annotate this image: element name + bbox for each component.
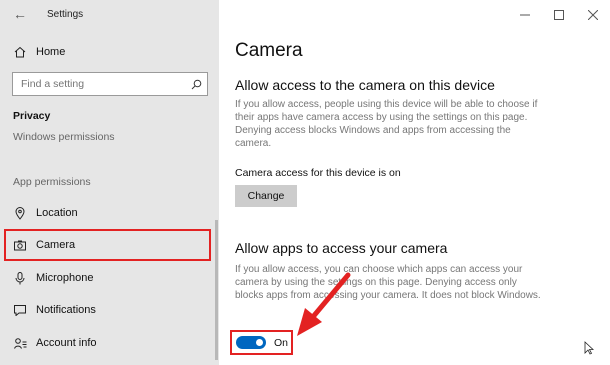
windows-permissions-heading: Windows permissions bbox=[13, 131, 115, 143]
sidebar-item-label: Account info bbox=[36, 337, 97, 349]
home-icon bbox=[13, 46, 27, 58]
main-content: Camera Allow access to the camera on thi… bbox=[219, 0, 610, 365]
section-privacy: Privacy bbox=[13, 110, 51, 122]
sidebar-item-label: Microphone bbox=[36, 272, 94, 284]
sidebar-item-microphone[interactable]: Microphone bbox=[0, 264, 219, 292]
sidebar-item-label: Home bbox=[36, 46, 66, 58]
app-permissions-heading: App permissions bbox=[13, 176, 91, 188]
back-arrow-icon[interactable]: ← bbox=[13, 6, 27, 22]
search-icon[interactable] bbox=[185, 79, 207, 90]
search-input[interactable] bbox=[13, 77, 185, 91]
microphone-icon bbox=[13, 271, 27, 285]
sidebar-scrollbar[interactable] bbox=[215, 220, 218, 360]
sidebar-item-notifications[interactable]: Notifications bbox=[0, 296, 219, 324]
window-title: Settings bbox=[47, 9, 84, 20]
annotation-arrow-icon bbox=[297, 272, 351, 336]
mouse-cursor-icon bbox=[584, 341, 594, 355]
settings-window: ← Settings Home Privacy Windows permissi… bbox=[0, 0, 610, 365]
sidebar-item-home[interactable]: Home bbox=[0, 38, 219, 66]
notifications-icon bbox=[13, 304, 27, 316]
titlebar: ← Settings bbox=[0, 0, 219, 30]
account-info-icon bbox=[13, 337, 27, 349]
sidebar: ← Settings Home Privacy Windows permissi… bbox=[0, 0, 219, 365]
sidebar-item-label: Notifications bbox=[36, 304, 96, 316]
sidebar-item-account-info[interactable]: Account info bbox=[0, 329, 219, 357]
location-icon bbox=[13, 206, 27, 220]
search-box[interactable] bbox=[12, 72, 208, 96]
sidebar-item-label: Location bbox=[36, 207, 78, 219]
sidebar-item-location[interactable]: Location bbox=[0, 199, 219, 227]
camera-highlight-box bbox=[4, 229, 211, 261]
